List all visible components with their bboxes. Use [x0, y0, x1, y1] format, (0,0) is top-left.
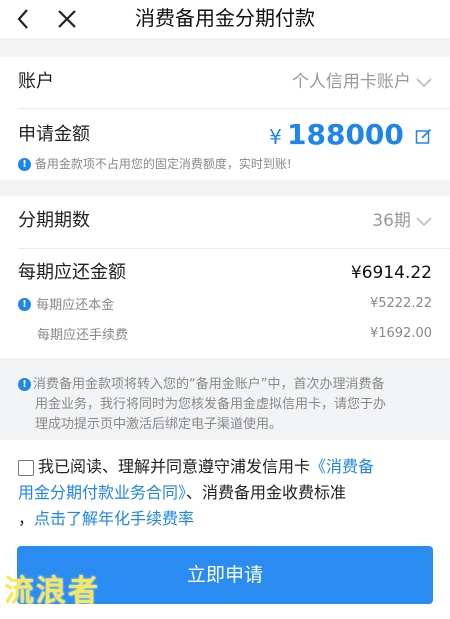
principal-label: 每期应还本金 — [36, 298, 115, 313]
page-title: 消费备用金分期付款 — [135, 6, 315, 30]
top-bar: 消费备用金分期付款 — [0, 0, 450, 38]
notice-line-2: 用金业务，我行将同时为您核发备用金虚拟信用卡，请您于办 — [35, 397, 387, 412]
agreement-checkbox[interactable] — [18, 460, 34, 476]
fee-row: 每期应还手续费 ¥1692.00 — [18, 324, 432, 344]
info-icon: ! — [18, 158, 31, 171]
currency-symbol: ¥ — [269, 125, 282, 149]
apply-amount-row: 申请金额 ¥ 188000 — [18, 117, 432, 153]
principal-value: ¥5222.22 — [369, 296, 432, 311]
contract-link[interactable]: 《消费备 — [310, 457, 374, 476]
apply-note: ! 备用金款项不占用您的固定消费额度，实时到账! — [18, 156, 432, 172]
principal-row: ! 每期应还本金 ¥5222.22 — [18, 294, 432, 314]
repayment-label: 每期应还金额 — [18, 262, 126, 283]
agreement-line-1: 我已阅读、理解并同意遵守浦发信用卡 — [38, 457, 311, 476]
edit-icon[interactable] — [415, 122, 432, 158]
account-value: 个人信用卡账户 — [291, 72, 411, 92]
account-label: 账户 — [18, 71, 54, 92]
contract-link-cont[interactable]: 用金分期付款业务合同》 — [18, 483, 186, 502]
fee-label: 每期应还手续费 — [37, 328, 129, 343]
apply-amount-value[interactable]: 188000 — [287, 118, 404, 151]
installment-card: 分期期数 36期 每期应还金额 ¥6914.22 ! 每期应还本金 ¥5222.… — [0, 196, 450, 358]
installments-row[interactable]: 分期期数 36期 — [18, 206, 432, 236]
watermark: 流浪者 — [4, 574, 100, 609]
notice-line-3: 理成功提示页中激活后绑定电子渠道使用。 — [35, 417, 283, 432]
fee-standard-link[interactable]: 、消费备用金收费标准 — [186, 483, 346, 502]
installments-label: 分期期数 — [18, 210, 90, 231]
apply-note-text: 备用金款项不占用您的固定消费额度，实时到账! — [34, 157, 292, 171]
agreement-comma: ， — [18, 509, 35, 528]
repayment-total-row: 每期应还金额 ¥6914.22 — [18, 259, 432, 287]
chevron-down-icon — [416, 68, 432, 98]
agreement-text: 我已阅读、理解并同意遵守浦发信用卡《消费备 用金分期付款业务合同》、消费备用金收… — [18, 454, 438, 532]
chevron-down-icon — [416, 207, 432, 237]
repayment-total: ¥6914.22 — [350, 263, 432, 283]
fee-rate-link[interactable]: 点击了解年化手续费率 — [34, 509, 194, 528]
account-amount-card: 账户 个人信用卡账户 申请金额 ¥ 188000 ! 备用金款项不占用您的固定消… — [0, 57, 450, 180]
apply-amount-label: 申请金额 — [18, 124, 90, 145]
fee-value: ¥1692.00 — [369, 326, 432, 341]
notice: ! 消费备用金款项将转入您的“备用金账户”中，首次办理消费备 用金业务，我行将同时… — [18, 375, 438, 435]
account-row[interactable]: 账户 个人信用卡账户 — [18, 67, 432, 97]
info-icon: ! — [18, 298, 31, 311]
divider — [18, 248, 450, 249]
info-icon: ! — [18, 378, 31, 391]
notice-line-1: 消费备用金款项将转入您的“备用金账户”中，首次办理消费备 — [33, 377, 385, 392]
installments-value: 36期 — [372, 211, 411, 231]
divider — [18, 108, 450, 109]
